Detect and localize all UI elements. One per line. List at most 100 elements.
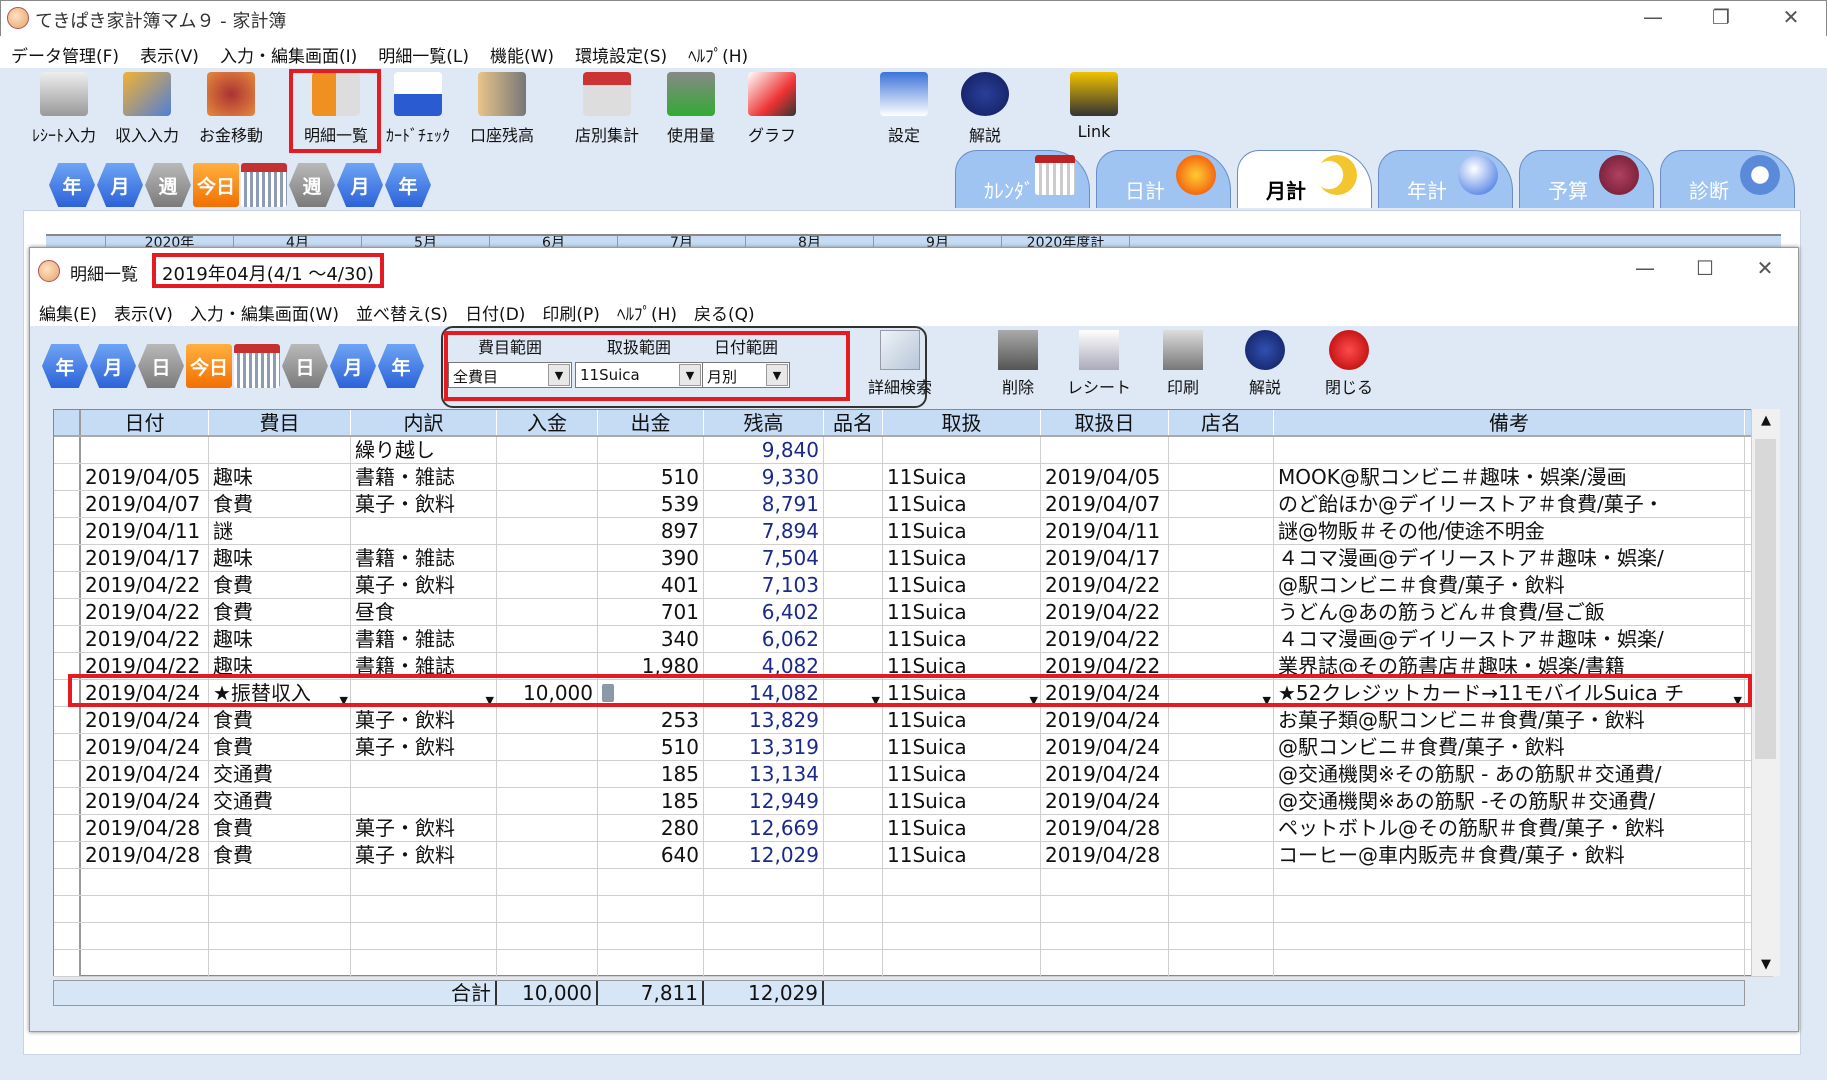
row-selector[interactable] [54,707,81,733]
table-row[interactable]: 2019/04/22 食費 菓子・飲料 401 7,103 11Suica 2019/04/… [54,572,1773,599]
toolbar-button-1[interactable]: 収入入力 [106,72,188,146]
table-cell[interactable] [1169,842,1274,868]
table-cell[interactable]: 11Suica [883,761,1041,787]
table-cell[interactable]: 趣味 [209,626,351,652]
table-cell[interactable]: お菓子類@駅コンビニ＃食費/菓子・飲料 [1274,707,1745,733]
table-cell[interactable]: 12,669 [704,815,824,841]
table-cell[interactable]: @交通機関※あの筋駅 -その筋駅＃交通費/ [1274,788,1745,814]
table-row[interactable]: 2019/04/24 食費 菓子・飲料 510 13,319 11Suica 2019/04… [54,734,1773,761]
table-cell[interactable]: 2019/04/22 [81,572,209,598]
table-row[interactable]: 2019/04/22 趣味 書籍・雑誌 340 6,062 11Suica 2019/04/… [54,626,1773,653]
table-cell[interactable] [824,734,883,760]
table-cell[interactable]: 6,062 [704,626,824,652]
table-cell[interactable]: 2019/04/24 [81,734,209,760]
table-cell[interactable] [824,707,883,733]
table-cell[interactable] [1041,950,1169,976]
table-cell[interactable]: 2019/04/17 [81,545,209,571]
table-cell[interactable] [497,950,598,976]
table-cell[interactable] [1169,491,1274,517]
table-cell[interactable] [883,437,1041,463]
tab-3[interactable]: 年計 [1378,150,1513,208]
table-cell[interactable] [598,896,704,922]
table-row[interactable]: 2019/04/17 趣味 書籍・雑誌 390 7,504 11Suica 2019/04/… [54,545,1773,572]
table-cell[interactable]: 2019/04/24 [1041,788,1169,814]
table-cell[interactable] [824,896,883,922]
table-cell[interactable]: 11Suica [883,464,1041,490]
table-cell[interactable]: 2019/04/24 [1041,761,1169,787]
prev-button[interactable]: 月 [90,344,136,388]
table-cell[interactable] [497,491,598,517]
table-cell[interactable] [1169,437,1274,463]
calendar-button[interactable] [234,344,280,388]
restore-button[interactable]: ❐ [1701,5,1741,29]
table-cell[interactable]: 2019/04/11 [81,518,209,544]
row-selector[interactable] [54,626,81,652]
table-cell[interactable] [598,923,704,949]
table-cell[interactable] [1041,437,1169,463]
table-cell[interactable]: @駅コンビニ＃食費/菓子・飲料 [1274,572,1745,598]
table-cell[interactable]: 2019/04/24 [81,707,209,733]
table-cell[interactable]: 書籍・雑誌 [351,464,497,490]
action-button-2[interactable]: 印刷 [1145,330,1221,398]
prev-button[interactable]: 週 [145,163,191,207]
table-cell[interactable]: @交通機関※その筋駅 - あの筋駅＃交通費/ [1274,761,1745,787]
table-cell[interactable] [351,518,497,544]
table-cell[interactable]: 2019/04/17 [1041,545,1169,571]
menu-item[interactable]: 機能(W) [479,36,564,67]
tab-5[interactable]: 診断 [1660,150,1795,208]
table-cell[interactable] [497,545,598,571]
table-cell[interactable]: 7,103 [704,572,824,598]
table-cell[interactable]: 食費 [209,734,351,760]
table-cell[interactable] [1274,950,1745,976]
table-cell[interactable]: 185 [598,788,704,814]
menu-item[interactable]: 日付(D) [456,294,533,325]
column-header[interactable]: 品名 [824,410,883,435]
menu-item[interactable]: 入力・編集画面(W) [181,294,347,325]
table-cell[interactable]: 2019/04/07 [1041,491,1169,517]
table-cell[interactable]: 食費 [209,599,351,625]
minimize-button[interactable]: — [1625,256,1665,280]
advanced-search-button[interactable]: 詳細検索 [862,330,938,398]
table-cell[interactable] [351,788,497,814]
table-cell[interactable] [497,896,598,922]
table-cell[interactable]: 食費 [209,815,351,841]
column-header[interactable]: 日付 [81,410,209,435]
table-cell[interactable]: 9,330 [704,464,824,490]
table-cell[interactable] [704,869,824,895]
table-cell[interactable]: 701 [598,599,704,625]
table-cell[interactable]: 12,029 [704,842,824,868]
table-cell[interactable] [209,896,351,922]
table-cell[interactable] [598,869,704,895]
table-cell[interactable] [824,815,883,841]
table-cell[interactable]: 11Suica [883,842,1041,868]
table-cell[interactable] [497,842,598,868]
table-cell[interactable]: 2019/04/28 [1041,842,1169,868]
toolbar-button-5[interactable]: 口座残高 [461,72,543,146]
table-cell[interactable]: 7,894 [704,518,824,544]
table-cell[interactable]: 11Suica [883,626,1041,652]
next-button[interactable]: 年 [385,163,431,207]
row-selector[interactable] [54,572,81,598]
calendar-button[interactable] [241,163,287,207]
tab-4[interactable]: 予算 [1519,150,1654,208]
table-cell[interactable]: 2019/04/28 [81,815,209,841]
table-cell[interactable]: 640 [598,842,704,868]
table-cell[interactable] [824,491,883,517]
table-cell[interactable]: 2019/04/24 [1041,734,1169,760]
table-cell[interactable] [497,707,598,733]
table-cell[interactable] [497,815,598,841]
column-header[interactable] [54,410,81,435]
row-selector[interactable] [54,815,81,841]
tab-0[interactable]: ｶﾚﾝﾀﾞ [955,150,1090,208]
empty-row[interactable] [54,896,1773,923]
table-cell[interactable]: 2019/04/11 [1041,518,1169,544]
table-cell[interactable]: 11Suica [883,572,1041,598]
scroll-thumb[interactable] [1755,439,1776,759]
table-cell[interactable]: 菓子・飲料 [351,491,497,517]
prev-button[interactable]: 年 [42,344,88,388]
table-cell[interactable]: 繰り越し [351,437,497,463]
table-cell[interactable] [1169,572,1274,598]
table-cell[interactable]: 趣味 [209,545,351,571]
row-selector[interactable] [54,464,81,490]
prev-button[interactable]: 年 [49,163,95,207]
